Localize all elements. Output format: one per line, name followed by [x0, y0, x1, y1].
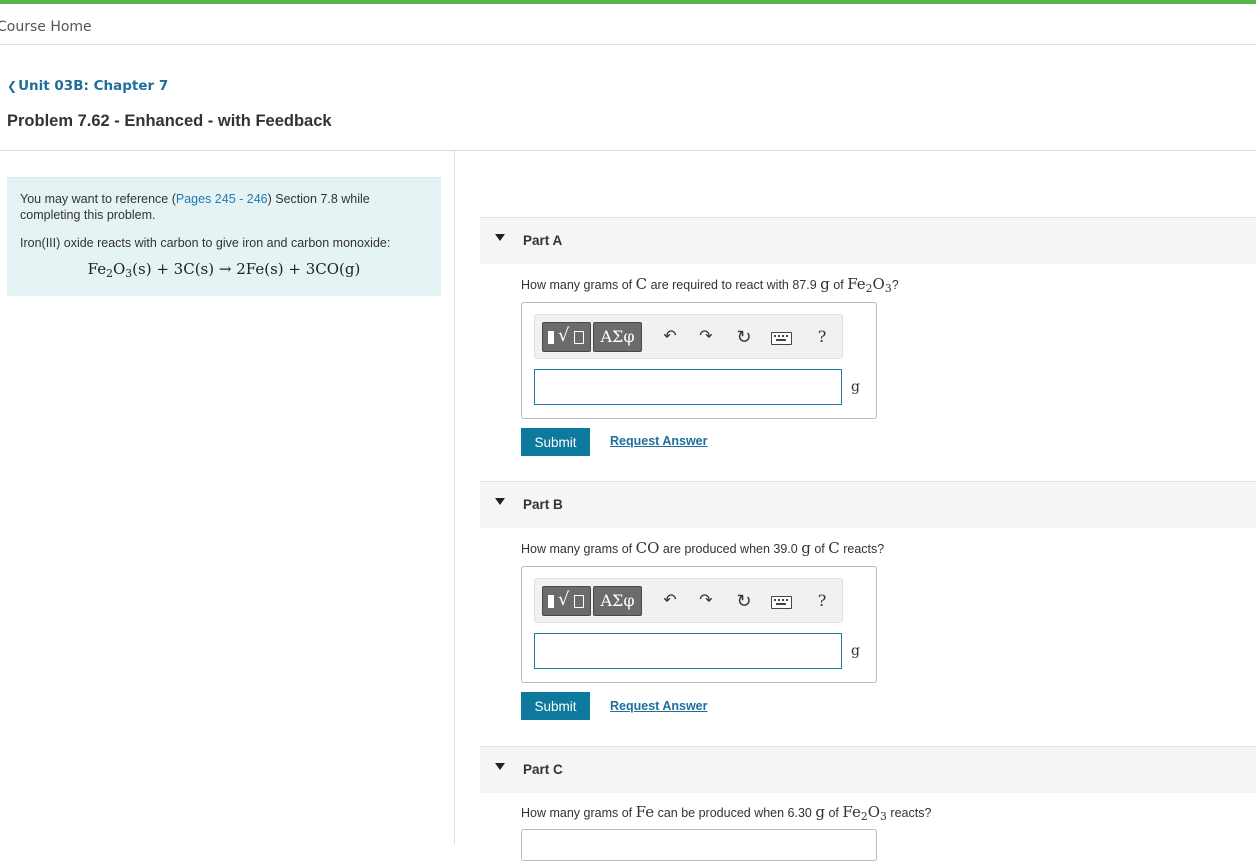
redo-icon[interactable]: ↷ — [696, 591, 716, 611]
greek-symbols-icon[interactable]: ΑΣφ — [593, 322, 642, 352]
math-toolbar: √ ΑΣφ ↶ ↷ ↻ ? — [534, 578, 843, 623]
undo-icon[interactable]: ↶ — [660, 591, 680, 611]
q-text: can be produced when 6.30 — [657, 806, 812, 820]
q-unit: g — [820, 275, 830, 293]
q-text: ? — [891, 278, 899, 292]
reaction-intro: Iron(III) oxide reacts with carbon to gi… — [20, 236, 391, 250]
unit-label: g — [851, 643, 860, 659]
undo-icon[interactable]: ↶ — [660, 327, 680, 347]
collapse-triangle-icon[interactable] — [495, 234, 505, 241]
request-answer-link[interactable]: Request Answer — [610, 699, 707, 713]
greek-symbols-icon[interactable]: ΑΣφ — [593, 586, 642, 616]
top-accent-bar — [0, 0, 1256, 4]
chevron-left-icon: ❮ — [7, 79, 18, 93]
part-b-header[interactable]: Part B — [480, 481, 1256, 528]
column-divider — [454, 151, 455, 844]
q-formula: Fe2O3 — [847, 275, 892, 295]
part-c-answer-box — [521, 829, 877, 861]
part-c-header[interactable]: Part C — [480, 746, 1256, 793]
help-icon[interactable]: ? — [812, 591, 832, 611]
reference-text: You may want to reference (Pages 245 - 2… — [20, 191, 410, 223]
redo-icon[interactable]: ↷ — [696, 327, 716, 347]
collapse-triangle-icon[interactable] — [495, 763, 505, 770]
q-text: reacts? — [890, 806, 932, 820]
q-text: How many grams of — [521, 542, 633, 556]
reset-icon[interactable]: ↻ — [734, 327, 754, 347]
request-answer-link[interactable]: Request Answer — [610, 434, 707, 448]
reference-panel: You may want to reference (Pages 245 - 2… — [7, 177, 441, 296]
unit-label: g — [851, 379, 860, 395]
q-unit: g — [801, 539, 811, 557]
part-a-label: Part A — [523, 233, 563, 248]
back-link-label: Unit 03B: Chapter 7 — [18, 78, 169, 94]
q-formula: C — [828, 539, 840, 557]
q-formula: C — [635, 275, 648, 293]
templates-icon[interactable]: √ — [542, 586, 591, 616]
q-text: of — [814, 542, 825, 556]
keyboard-icon[interactable] — [771, 596, 792, 609]
submit-button[interactable]: Submit — [521, 692, 590, 720]
part-a-answer-box: √ ΑΣφ ↶ ↷ ↻ ? g — [521, 302, 877, 419]
pages-link[interactable]: Pages 245 - 246 — [176, 192, 268, 206]
reference-prefix: You may want to reference ( — [20, 192, 176, 206]
keyboard-icon[interactable] — [771, 332, 792, 345]
part-c-label: Part C — [523, 762, 563, 777]
q-text: How many grams of — [521, 278, 633, 292]
q-text: are produced when 39.0 — [662, 542, 798, 556]
q-text: How many grams of — [521, 806, 633, 820]
q-formula: Fe — [635, 803, 655, 821]
q-formula: CO — [635, 539, 660, 557]
problem-title: Problem 7.62 - Enhanced - with Feedback — [7, 112, 332, 130]
part-b-label: Part B — [523, 497, 563, 512]
q-text: reacts? — [843, 542, 885, 556]
q-text: of — [833, 278, 844, 292]
part-a-question: How many grams of C are required to reac… — [521, 275, 899, 295]
part-b-answer-box: √ ΑΣφ ↶ ↷ ↻ ? g — [521, 566, 877, 683]
q-text: are required to react with 87.9 — [650, 278, 817, 292]
submit-button[interactable]: Submit — [521, 428, 590, 456]
back-to-unit-link[interactable]: ❮Unit 03B: Chapter 7 — [7, 78, 168, 94]
templates-icon[interactable]: √ — [542, 322, 591, 352]
help-icon[interactable]: ? — [812, 327, 832, 347]
q-text: of — [828, 806, 839, 820]
course-home-link[interactable]: Course Home — [0, 19, 92, 35]
collapse-triangle-icon[interactable] — [495, 498, 505, 505]
q-unit: g — [815, 803, 825, 821]
part-a-header[interactable]: Part A — [480, 217, 1256, 264]
reset-icon[interactable]: ↻ — [734, 591, 754, 611]
divider — [0, 150, 1256, 151]
answer-input[interactable] — [534, 369, 842, 405]
chemical-equation: Fe2O3(s) + 3C(s) → 2Fe(s) + 3CO(g) — [87, 260, 361, 280]
math-toolbar: √ ΑΣφ ↶ ↷ ↻ ? — [534, 314, 843, 359]
part-c-question: How many grams of Fe can be produced whe… — [521, 803, 931, 823]
divider — [0, 44, 1256, 45]
answer-input[interactable] — [534, 633, 842, 669]
q-formula: Fe2O3 — [842, 803, 887, 823]
part-b-question: How many grams of CO are produced when 3… — [521, 539, 884, 557]
